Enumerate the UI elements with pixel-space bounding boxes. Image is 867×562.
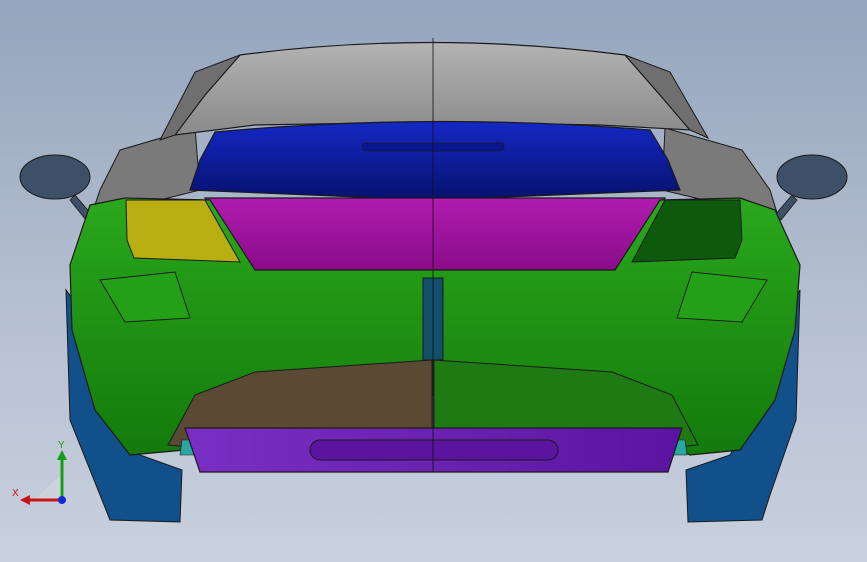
- y-axis-arrowhead: [57, 450, 67, 460]
- exhaust-opening[interactable]: [309, 439, 559, 461]
- y-axis-label: Y: [58, 440, 65, 451]
- left-side-mirror[interactable]: [19, 154, 91, 200]
- rear-spoiler[interactable]: [189, 120, 681, 201]
- right-side-mirror[interactable]: [776, 154, 848, 200]
- trunk-lid-panel[interactable]: [203, 197, 667, 276]
- triad-plane-shade: [34, 474, 62, 500]
- cad-graphics-viewport[interactable]: Y X: [0, 0, 867, 562]
- coordinate-triad[interactable]: Y X: [12, 438, 76, 508]
- z-axis-point: [58, 496, 66, 504]
- x-axis-arrowhead: [20, 495, 30, 505]
- car-model-rear-view[interactable]: [0, 0, 867, 562]
- x-axis-label: X: [12, 488, 19, 499]
